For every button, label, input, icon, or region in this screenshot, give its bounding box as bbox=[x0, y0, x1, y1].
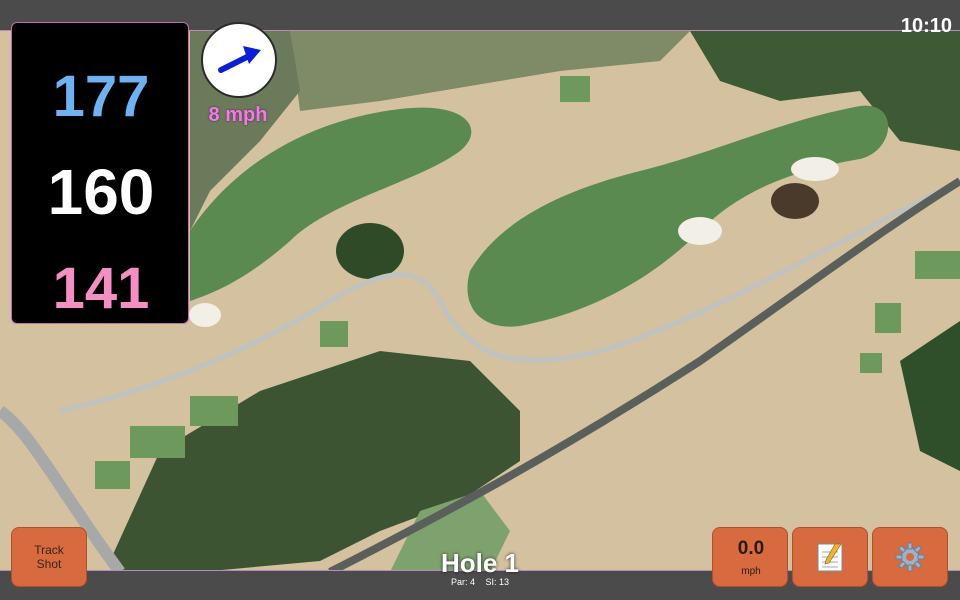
hole-info: Par: 4 SI: 13 bbox=[380, 577, 580, 587]
hole-par: Par: 4 bbox=[450, 577, 475, 587]
hole-stroke-index: SI: 13 bbox=[485, 577, 510, 587]
track-shot-label-line1: Track bbox=[34, 543, 64, 557]
speed-unit: mph bbox=[741, 566, 761, 577]
speed-value: 0.0 bbox=[737, 538, 765, 559]
back-distance: 177 bbox=[52, 64, 150, 129]
track-shot-label-line2: Shot bbox=[36, 557, 62, 571]
wind-direction-arrow-icon bbox=[218, 46, 261, 73]
hole-title: Hole 1 bbox=[440, 548, 520, 578]
wind-indicator bbox=[201, 22, 277, 98]
center-distance: 160 bbox=[47, 156, 155, 228]
distance-panel: 177 160 141 bbox=[11, 22, 189, 324]
speed-button[interactable]: 0.0 mph bbox=[712, 527, 788, 587]
gear-icon bbox=[895, 542, 925, 572]
notepad-icon bbox=[817, 543, 843, 572]
front-distance: 141 bbox=[52, 256, 150, 321]
status-time: 10:10 bbox=[900, 15, 952, 37]
wind-speed: 8 mph bbox=[208, 104, 268, 126]
track-shot-button[interactable]: Track Shot bbox=[11, 527, 87, 587]
notes-button[interactable] bbox=[792, 527, 868, 587]
settings-button[interactable] bbox=[872, 527, 948, 587]
